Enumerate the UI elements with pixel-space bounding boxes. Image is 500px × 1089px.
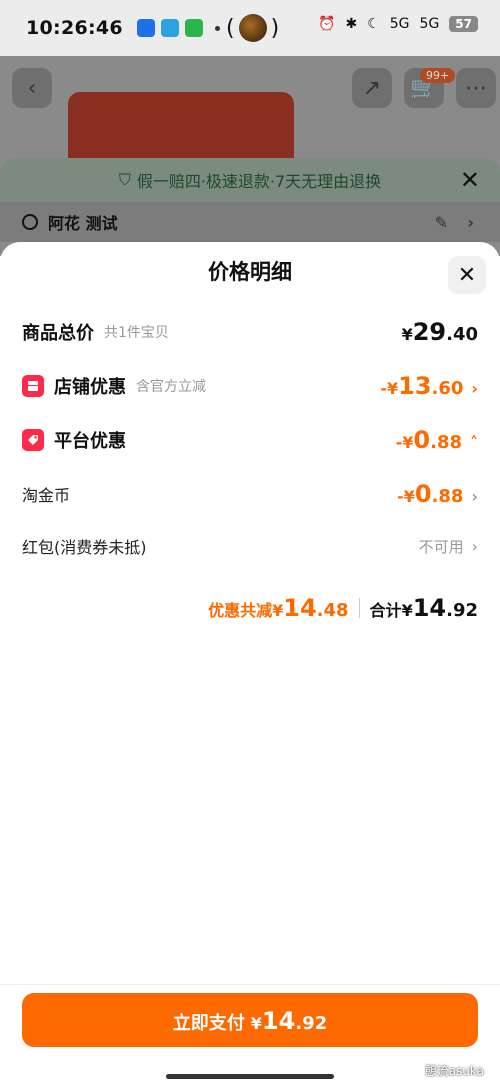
coupon-tag-icon	[22, 429, 44, 451]
total-label: 合计¥	[369, 601, 413, 620]
goods-total-row: 商品总价 共1件宝贝 ¥ 29 .40	[22, 318, 478, 346]
price-detail-sheet: 价格明细 ✕ 商品总价 共1件宝贝 ¥ 29 .40 店铺优惠 含官方立减 -¥…	[0, 242, 500, 1089]
row-label: 平台优惠	[54, 431, 126, 452]
platform-discount-price: -¥ 0 .88 ˄	[396, 426, 478, 454]
currency-symbol: -¥	[380, 379, 399, 398]
taojinbi-price: -¥ 0 .88 ›	[397, 480, 478, 508]
more-notifications-dot-icon	[214, 25, 220, 31]
chevron-right-icon: ›	[471, 379, 478, 398]
status-center-avatar: ( )	[226, 14, 279, 42]
cart-count-badge: 99+	[420, 68, 456, 83]
moon-icon: ☾	[367, 16, 380, 32]
signal-2: 5G	[419, 16, 440, 32]
row-sub: 共1件宝贝	[104, 325, 169, 341]
chevron-right-icon: ›	[471, 487, 478, 506]
close-icon: ✕	[457, 262, 477, 288]
guarantee-banner: ⛉ 假一赔四·极速退款·7天无理由退换 ✕	[0, 158, 500, 202]
price-decimal: .88	[430, 432, 462, 453]
chevron-up-icon: ˄	[470, 433, 478, 452]
store-icon	[22, 375, 44, 397]
back-arrow-icon[interactable]: ‹	[12, 68, 52, 108]
address-text: 阿花 测试	[48, 214, 118, 233]
watermark: 憩流asuka	[424, 1064, 484, 1078]
battery-icon: 57	[449, 16, 478, 32]
platform-discount-row[interactable]: 平台优惠 -¥ 0 .88 ˄	[22, 426, 478, 454]
guarantee-text: 假一赔四·极速退款·7天无理由退换	[136, 172, 382, 191]
home-indicator[interactable]	[166, 1074, 334, 1079]
status-right: ⏰ ✱ ☾ 5G 5G 57	[318, 16, 478, 32]
chevron-right-icon: ›	[467, 212, 474, 232]
currency-symbol: ¥	[401, 325, 413, 344]
status-app-icons	[136, 19, 220, 37]
taojinbi-row[interactable]: 淘金币 -¥ 0 .88 ›	[22, 480, 478, 508]
saving-label: 优惠共减¥	[208, 601, 284, 620]
total-decimal: .92	[446, 600, 478, 621]
saving-decimal: .48	[316, 600, 349, 621]
price-decimal: .40	[446, 324, 478, 345]
sheet-title: 价格明细	[208, 260, 292, 284]
price-integer: 29	[412, 318, 447, 346]
row-label: 红包(消费券未抵)	[22, 538, 147, 557]
location-pin-icon	[22, 214, 38, 230]
price-summary: 优惠共减¥ 14 .48 合计¥ 14 .92	[208, 594, 478, 622]
telegram-icon	[160, 19, 179, 37]
paren-right: )	[270, 15, 280, 41]
price-integer: 0	[413, 426, 431, 454]
store-discount-price: -¥ 13 .60 ›	[380, 372, 478, 400]
price-integer: 0	[414, 480, 432, 508]
pay-currency: ¥	[250, 1014, 262, 1033]
store-discount-row[interactable]: 店铺优惠 含官方立减 -¥ 13 .60 ›	[22, 372, 478, 400]
more-icon[interactable]: ⋯	[456, 68, 496, 108]
price-decimal: .88	[431, 486, 464, 507]
goods-total-price: ¥ 29 .40	[402, 318, 478, 346]
unavailable-text: 不可用	[418, 537, 464, 556]
currency-symbol: -¥	[397, 487, 415, 506]
close-button[interactable]: ✕	[448, 256, 486, 294]
saving-integer: 14	[283, 594, 317, 622]
row-label: 淘金币	[22, 486, 71, 505]
row-label: 商品总价	[22, 323, 94, 344]
pay-now-button[interactable]: 立即支付 ¥ 14 .92	[22, 993, 478, 1047]
close-icon[interactable]: ✕	[460, 166, 480, 194]
pay-label: 立即支付	[172, 1013, 245, 1034]
address-row[interactable]: 阿花 测试 ✎ ›	[0, 202, 500, 242]
pay-decimal: .92	[295, 1013, 328, 1034]
signal-1: 5G	[389, 16, 410, 32]
status-bar: 10:26:46 ( ) ⏰ ✱ ☾ 5G 5G 57	[0, 0, 500, 56]
avatar-icon	[238, 14, 267, 42]
app-notification-icon	[184, 19, 203, 37]
chevron-right-icon: ›	[471, 536, 478, 556]
row-label: 店铺优惠	[54, 377, 126, 398]
red-packet-row[interactable]: 红包(消费券未抵) 不可用 ›	[22, 534, 478, 558]
price-integer: 13	[398, 372, 432, 400]
red-packet-status: 不可用 ›	[419, 536, 478, 557]
pay-integer: 14	[261, 1007, 296, 1035]
paren-left: (	[226, 15, 235, 41]
currency-symbol: -¥	[395, 433, 414, 452]
alarm-icon: ⏰	[318, 16, 336, 32]
edit-icon[interactable]: ✎	[435, 213, 448, 232]
shield-check-icon: ⛉	[118, 170, 131, 189]
share-icon[interactable]: ↗	[352, 68, 392, 108]
row-sub: 含官方立减	[136, 379, 206, 395]
app-notification-icon	[136, 19, 155, 37]
total-integer: 14	[412, 594, 447, 622]
summary-divider	[358, 598, 360, 618]
status-time: 10:26:46	[26, 17, 123, 39]
price-decimal: .60	[431, 378, 464, 399]
bluetooth-icon: ✱	[345, 16, 358, 32]
